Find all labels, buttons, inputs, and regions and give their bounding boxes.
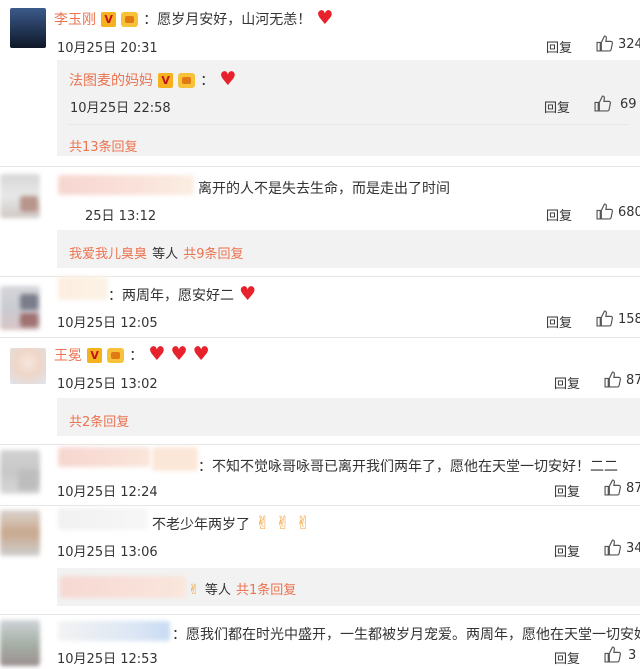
- timestamp: 10月25日 13:06: [57, 545, 158, 560]
- like-count: 680: [618, 205, 640, 220]
- avatar-detail: [18, 470, 38, 490]
- username-redacted: [58, 175, 194, 195]
- username-redacted: [60, 576, 186, 598]
- heart-icon: ♥: [219, 68, 237, 90]
- reply-button[interactable]: 回复: [554, 481, 580, 500]
- reply-button[interactable]: 回复: [554, 541, 580, 560]
- crown-badge-icon: [121, 12, 139, 27]
- avatar[interactable]: [0, 620, 40, 666]
- avatar-detail: [20, 294, 38, 310]
- comment-text: ：愿岁月安好，山河无恙！: [143, 12, 312, 28]
- heart-icon: ♥: [192, 343, 210, 365]
- reply-button[interactable]: 回复: [554, 373, 580, 392]
- avatar[interactable]: [10, 348, 46, 384]
- username-redacted: [152, 447, 198, 471]
- thread-mid-text: 等人: [152, 247, 179, 262]
- rock-hand-icon: ✌: [295, 513, 311, 534]
- reply-button[interactable]: 回复: [546, 312, 572, 331]
- like-count: 324: [618, 37, 640, 52]
- avatar[interactable]: [0, 510, 40, 556]
- reply-button[interactable]: 回复: [544, 97, 570, 116]
- like-icon[interactable]: [604, 371, 621, 388]
- comment-text: ：愿我们都在时光中盛开，一生都被岁月宠爱。两周年，愿他在天堂一切安好: [172, 627, 640, 643]
- reply-username[interactable]: 我爱我儿臭臭: [69, 247, 147, 262]
- comment-text: 不老少年两岁了: [152, 517, 250, 533]
- hand-icon: ✌: [188, 582, 200, 598]
- comment-header: 王冕 V ： ♥ ♥ ♥: [54, 345, 210, 365]
- crown-badge-icon: [107, 348, 125, 363]
- avatar-detail: [20, 196, 38, 212]
- like-icon[interactable]: [604, 646, 621, 663]
- reply-button[interactable]: 回复: [546, 37, 572, 56]
- username[interactable]: 法图麦的妈妈: [69, 73, 153, 89]
- username[interactable]: 李玉刚: [54, 12, 96, 28]
- username[interactable]: 王冕: [54, 348, 82, 364]
- heart-icon: ♥: [239, 283, 257, 305]
- verified-badge-icon: V: [87, 348, 103, 363]
- timestamp: 10月25日 12:53: [57, 652, 158, 667]
- verified-badge-icon: V: [101, 12, 117, 27]
- like-count: 87: [626, 373, 640, 388]
- username-redacted: [58, 508, 148, 530]
- reply-panel: [57, 398, 640, 436]
- username-redacted: [58, 447, 150, 467]
- timestamp: 10月25日 12:24: [57, 485, 158, 500]
- timestamp: 10月25日 22:58: [70, 101, 171, 116]
- timestamp: 10月25日 13:02: [57, 377, 158, 392]
- comment-header: 李玉刚 V ：愿岁月安好，山河无恙！ ♥: [54, 9, 333, 29]
- avatar[interactable]: [10, 8, 46, 48]
- like-count: 34: [626, 541, 640, 556]
- view-replies-link[interactable]: 共1条回复: [236, 583, 296, 598]
- thread-summary: 我爱我儿臭臭 等人 共9条回复: [69, 243, 244, 262]
- reply-button[interactable]: 回复: [546, 205, 572, 224]
- comment-text: 离开的人不是失去生命，而是走出了时间: [198, 181, 450, 197]
- thread-summary: ✌ 等人 共1条回复: [188, 579, 296, 598]
- rock-hand-icon: ✌: [255, 513, 271, 534]
- view-replies-link[interactable]: 共13条回复: [69, 136, 138, 155]
- like-icon[interactable]: [596, 310, 613, 327]
- like-icon[interactable]: [596, 35, 613, 52]
- timestamp: 25日 13:12: [85, 209, 157, 224]
- heart-icon: ♥: [170, 343, 188, 365]
- timestamp: 10月25日 20:31: [57, 41, 158, 56]
- crown-badge-icon: [178, 73, 196, 88]
- like-count: 69: [620, 97, 637, 112]
- comment-text: ：: [129, 348, 144, 364]
- like-count: 158: [618, 312, 640, 327]
- comment-header: 法图麦的妈妈 V ： ♥: [69, 70, 236, 90]
- heart-icon: ♥: [316, 7, 334, 29]
- username-redacted: [58, 621, 170, 641]
- like-icon[interactable]: [596, 203, 613, 220]
- comment-text: ：不知不觉咏哥咏哥已离开我们两年了，愿他在天堂一切安好！⼆⼆: [198, 459, 618, 475]
- thread-mid-text: 等人: [204, 583, 231, 598]
- verified-badge-icon: V: [158, 73, 174, 88]
- comment-body: 不老少年两岁了 ✌ ✌ ✌: [152, 513, 311, 534]
- comment-text: ：两周年，愿安好⼆: [108, 288, 234, 304]
- like-icon[interactable]: [604, 479, 621, 496]
- like-count: 3: [628, 648, 637, 663]
- comment-text: ：: [200, 73, 215, 89]
- like-icon[interactable]: [604, 539, 621, 556]
- avatar-detail: [20, 313, 38, 327]
- comment-body: ：两周年，愿安好⼆ ♥: [108, 285, 256, 305]
- view-replies-link[interactable]: 共9条回复: [183, 247, 243, 262]
- like-icon[interactable]: [594, 95, 611, 112]
- like-count: 87: [626, 481, 640, 496]
- username-redacted: [58, 276, 108, 300]
- rock-hand-icon: ✌: [275, 513, 291, 534]
- view-replies-link[interactable]: 共2条回复: [69, 411, 129, 430]
- timestamp: 10月25日 12:05: [57, 316, 158, 331]
- heart-icon: ♥: [148, 343, 166, 365]
- reply-button[interactable]: 回复: [554, 648, 580, 667]
